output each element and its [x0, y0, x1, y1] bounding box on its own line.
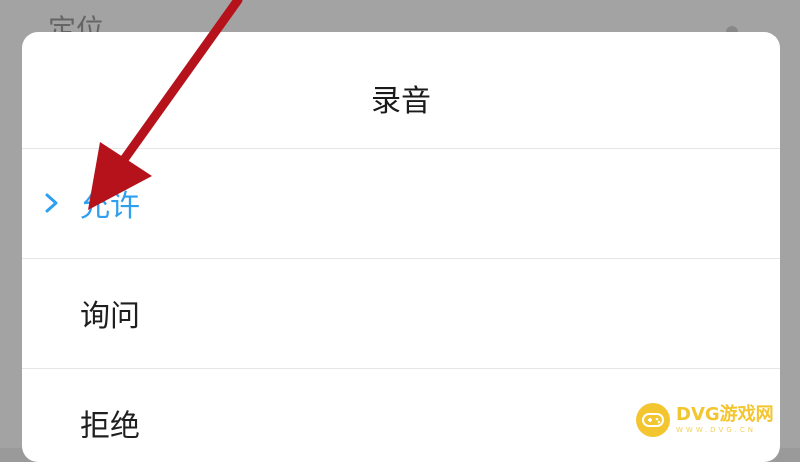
- option-label: 询问: [80, 299, 140, 334]
- option-label: 拒绝: [80, 409, 140, 444]
- watermark-text: DVG游戏网 WWW.DVG.CN: [676, 404, 774, 435]
- chevron-right-icon: [45, 193, 58, 213]
- watermark-brand: DVG游戏网: [676, 404, 774, 425]
- site-watermark: DVG游戏网 WWW.DVG.CN: [636, 400, 786, 440]
- gamepad-icon: [636, 403, 670, 437]
- dialog-title: 录音: [371, 84, 431, 119]
- option-label: 允许: [80, 189, 140, 224]
- option-ask[interactable]: 询问: [22, 258, 780, 368]
- option-allow[interactable]: 允许: [22, 148, 780, 258]
- watermark-url: WWW.DVG.CN: [676, 426, 757, 434]
- recording-permission-dialog: 录音 允许 询问 拒绝: [22, 32, 780, 462]
